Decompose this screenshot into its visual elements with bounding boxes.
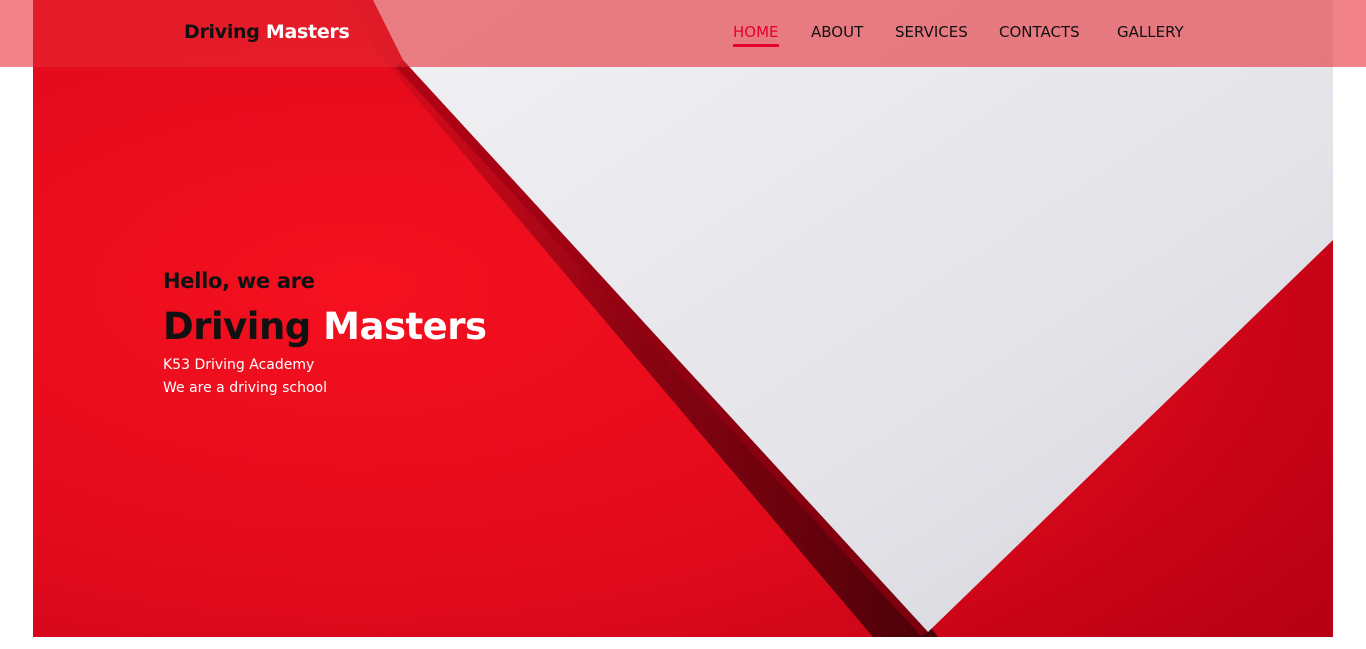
- brand-logo[interactable]: Driving Masters: [184, 19, 350, 45]
- nav-link-services-label: SERVICES: [895, 23, 968, 41]
- brand-word-driving: Driving: [184, 21, 260, 43]
- nav-link-gallery-label: GALLERY: [1117, 23, 1184, 41]
- hero-title: Driving Masters: [163, 302, 487, 352]
- brand-word-masters: Masters: [265, 21, 350, 43]
- nav-link-about[interactable]: ABOUT: [811, 22, 863, 42]
- page: Driving Masters HOME ABOUT SERVICES CONT…: [0, 0, 1366, 649]
- hero-text-block: Hello, we are Driving Masters K53 Drivin…: [163, 266, 487, 400]
- nav-link-home[interactable]: HOME: [733, 22, 779, 47]
- top-navbar: Driving Masters HOME ABOUT SERVICES CONT…: [0, 0, 1366, 67]
- nav-link-contacts-label: CONTACTS: [999, 23, 1080, 41]
- hero-subtitle-description: We are a driving school: [163, 380, 328, 396]
- hero-subtitle-academy: K53 Driving Academy: [163, 357, 315, 373]
- active-nav-underline: [733, 44, 779, 47]
- nav-link-home-label: HOME: [733, 23, 779, 41]
- nav-link-services[interactable]: SERVICES: [895, 22, 968, 42]
- hero-greeting: Hello, we are: [163, 269, 315, 293]
- nav-link-about-label: ABOUT: [811, 23, 864, 41]
- nav-link-contacts[interactable]: CONTACTS: [999, 22, 1080, 42]
- nav-link-gallery[interactable]: GALLERY: [1117, 22, 1184, 42]
- hero-title-driving: Driving: [163, 305, 311, 348]
- hero-title-masters: Masters: [323, 305, 487, 348]
